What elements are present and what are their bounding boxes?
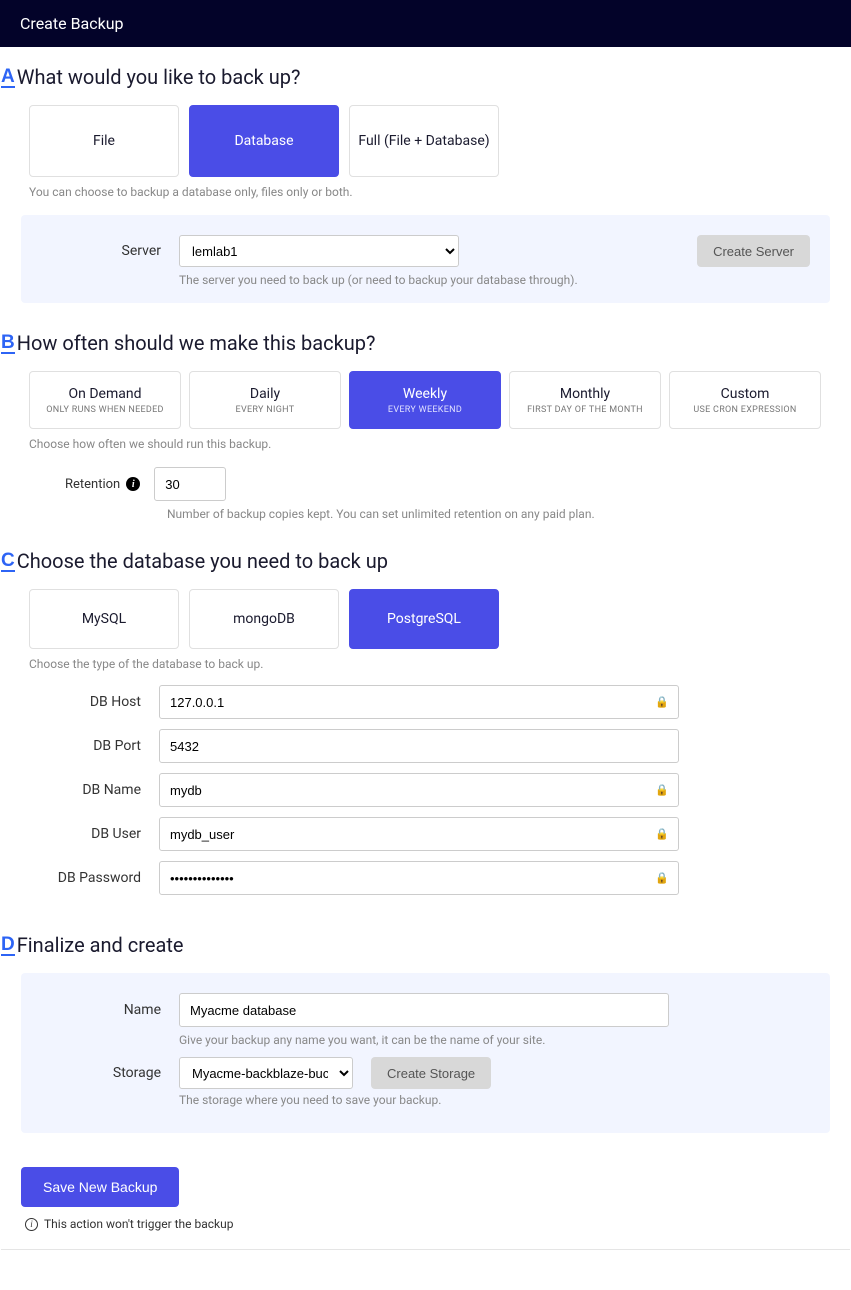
lock-icon: 🔒 [655, 872, 669, 885]
lock-icon: 🔒 [655, 784, 669, 797]
page-header: Create Backup [0, 0, 851, 47]
db-name-input[interactable] [159, 773, 679, 807]
storage-select[interactable]: Myacme-backblaze-bucket [179, 1057, 353, 1089]
db-password-input[interactable] [159, 861, 679, 895]
divider [1, 1249, 850, 1250]
retention-input[interactable] [154, 467, 226, 501]
backup-type-full[interactable]: Full (File + Database) [349, 105, 499, 177]
backup-name-hint: Give your backup any name you want, it c… [179, 1033, 810, 1047]
retention-hint: Number of backup copies kept. You can se… [167, 507, 850, 521]
storage-label: Storage [41, 1065, 161, 1081]
server-hint: The server you need to back up (or need … [179, 273, 810, 287]
db-port-input[interactable] [159, 729, 679, 763]
backup-type-hint: You can choose to backup a database only… [29, 185, 850, 199]
section-a-title: What would you like to back up? [17, 65, 301, 89]
db-type-mongodb[interactable]: mongoDB [189, 589, 339, 649]
section-d-title: Finalize and create [17, 933, 184, 957]
db-type-postgresql[interactable]: PostgreSQL [349, 589, 499, 649]
section-database: C Choose the database you need to back u… [1, 531, 850, 915]
freq-monthly[interactable]: Monthly FIRST DAY OF THE MONTH [509, 371, 661, 429]
section-frequency: B How often should we make this backup? … [1, 313, 850, 531]
footer-note-text: This action won't trigger the backup [44, 1217, 234, 1231]
db-type-mysql[interactable]: MySQL [29, 589, 179, 649]
info-icon: i [25, 1218, 38, 1231]
section-what-to-backup: A What would you like to back up? File D… [1, 47, 850, 313]
lock-icon: 🔒 [655, 828, 669, 841]
page-title: Create Backup [20, 14, 124, 33]
section-letter-c: C [1, 551, 15, 572]
db-name-label: DB Name [1, 782, 141, 798]
server-label: Server [41, 243, 161, 259]
db-user-label: DB User [1, 826, 141, 842]
server-block: Server lemlab1 Create Server The server … [21, 215, 830, 303]
save-new-backup-button[interactable]: Save New Backup [21, 1167, 179, 1207]
db-type-hint: Choose the type of the database to back … [29, 657, 850, 671]
freq-daily[interactable]: Daily EVERY NIGHT [189, 371, 341, 429]
section-c-title: Choose the database you need to back up [17, 549, 388, 573]
db-user-input[interactable] [159, 817, 679, 851]
freq-weekly[interactable]: Weekly EVERY WEEKEND [349, 371, 501, 429]
retention-label: Retention [65, 477, 120, 492]
create-server-button[interactable]: Create Server [697, 235, 810, 267]
section-letter-a: A [1, 67, 15, 88]
info-icon[interactable]: i [126, 477, 140, 491]
server-select[interactable]: lemlab1 [179, 235, 459, 267]
freq-on-demand[interactable]: On Demand ONLY RUNS WHEN NEEDED [29, 371, 181, 429]
db-port-label: DB Port [1, 738, 141, 754]
backup-name-label: Name [41, 1002, 161, 1018]
backup-name-input[interactable] [179, 993, 669, 1027]
freq-custom[interactable]: Custom USE CRON EXPRESSION [669, 371, 821, 429]
db-password-label: DB Password [1, 870, 141, 886]
lock-icon: 🔒 [655, 696, 669, 709]
frequency-hint: Choose how often we should run this back… [29, 437, 850, 451]
section-letter-d: D [1, 935, 15, 956]
section-finalize: D Finalize and create Name Give your bac… [1, 915, 850, 1143]
storage-hint: The storage where you need to save your … [179, 1093, 810, 1107]
create-storage-button[interactable]: Create Storage [371, 1057, 491, 1089]
section-b-title: How often should we make this backup? [17, 331, 376, 355]
backup-type-file[interactable]: File [29, 105, 179, 177]
backup-type-database[interactable]: Database [189, 105, 339, 177]
db-host-label: DB Host [1, 694, 141, 710]
db-host-input[interactable] [159, 685, 679, 719]
section-letter-b: B [1, 333, 15, 354]
